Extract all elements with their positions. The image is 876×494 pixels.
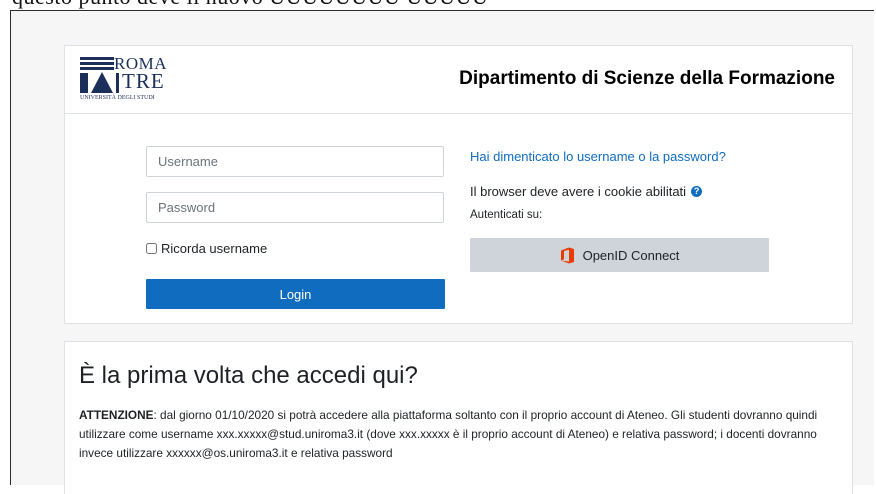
top-cropped-text: questo punto deve il nuovo UUUUUUUU UUUU…	[0, 0, 876, 10]
login-card: ROMA TRE UNIVERSITÀ DEGLI STUDI Dipartim…	[64, 45, 853, 324]
notice-text: : dal giorno 01/10/2020 si potrà acceder…	[79, 408, 818, 460]
first-time-notice: ATTENZIONE: dal giorno 01/10/2020 si pot…	[79, 406, 841, 463]
openid-connect-button[interactable]: OpenID Connect	[470, 238, 769, 272]
first-time-heading: È la prima volta che accedi qui?	[79, 362, 418, 389]
notice-label: ATTENZIONE	[79, 408, 154, 422]
logo-tre-text: TRE	[122, 69, 165, 93]
remember-username-checkbox[interactable]	[146, 243, 157, 254]
openid-connect-label: OpenID Connect	[582, 247, 680, 263]
cookies-notice: Il browser deve avere i cookie abilitati…	[470, 184, 703, 199]
username-input[interactable]	[146, 146, 444, 177]
logo-university-text: UNIVERSITÀ DEGLI STUDI	[80, 95, 155, 101]
remember-username-label: Ricorda username	[161, 241, 268, 256]
remember-username[interactable]: Ricorda username	[146, 241, 267, 256]
password-input[interactable]	[146, 192, 444, 223]
department-title: Dipartimento di Scienze della Formazione	[459, 68, 835, 89]
cookies-notice-text: Il browser deve avere i cookie abilitati	[470, 184, 687, 199]
university-logo: ROMA TRE UNIVERSITÀ DEGLI STUDI	[80, 55, 180, 105]
auth-provider-label: Autenticati su:	[470, 209, 543, 221]
login-header: ROMA TRE UNIVERSITÀ DEGLI STUDI Dipartim…	[65, 46, 852, 114]
question-circle-icon[interactable]: ?	[691, 186, 703, 197]
first-time-card: È la prima volta che accedi qui? ATTENZI…	[64, 341, 853, 494]
login-button[interactable]: Login	[146, 279, 445, 309]
office-icon	[560, 247, 574, 263]
top-cropped-text-content: questo punto deve il nuovo UUUUUUUU UUUU…	[12, 0, 488, 9]
forgot-credentials-link[interactable]: Hai dimenticato lo username o la passwor…	[470, 149, 726, 164]
page-frame: ROMA TRE UNIVERSITÀ DEGLI STUDI Dipartim…	[10, 10, 874, 494]
